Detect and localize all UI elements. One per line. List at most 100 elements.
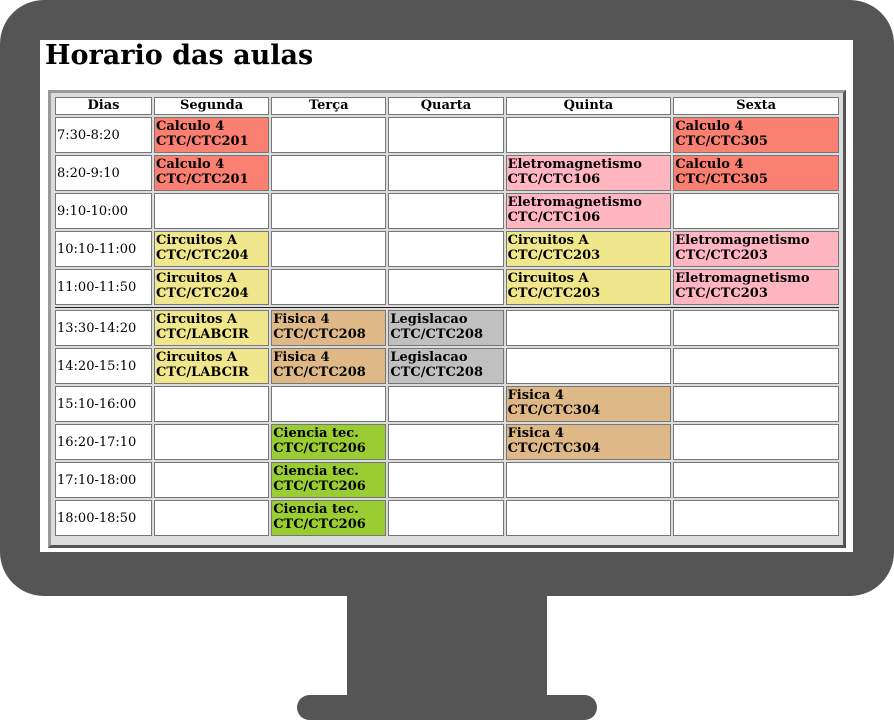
class-room: CTC/CTC106 [507,210,601,225]
column-header-quarta: Quarta [388,97,504,115]
class-cell: Fisica 4 CTC/CTC304 [505,386,672,422]
empty-cell [673,348,839,384]
table-row: 9:10-10:00 Eletromagnetismo CTC/CTC106 [55,193,839,229]
class-room: CTC/LABCIR [156,327,249,342]
screen: Horario das aulas Dias Segunda Terça Quarta… [40,40,853,552]
empty-cell [154,193,270,229]
class-cell: Eletromagnetismo CTC/CTC106 [505,193,672,229]
class-room: CTC/CTC304 [507,441,601,456]
schedule-table: Dias Segunda Terça Quarta Quinta Sexta 7:30-8… [53,95,841,538]
class-room: CTC/CTC206 [273,441,366,456]
time-slot-label: 15:10-16:00 [55,386,152,422]
empty-cell [271,193,387,229]
class-room: CTC/CTC203 [675,286,768,301]
class-name: Circuitos A [156,312,238,327]
class-room: CTC/CTC204 [156,248,249,263]
empty-cell [271,386,387,422]
lunch-break-divider [55,307,839,308]
class-cell: Fisica 4 CTC/CTC304 [505,424,672,460]
time-slot-label: 7:30-8:20 [55,117,152,153]
empty-cell [154,500,270,536]
class-room: CTC/CTC206 [273,517,366,532]
class-cell: Ciencia tec. CTC/CTC206 [271,500,387,536]
table-row: 16:20-17:10 Ciencia tec. CTC/CTC206 Fisica … [55,424,839,460]
time-slot-label: 8:20-9:10 [55,155,152,191]
class-name: Eletromagnetismo [675,233,810,248]
time-slot-label: 10:10-11:00 [55,231,152,267]
table-row: 8:20-9:10 Calculo 4 CTC/CTC201 Eletromagnet… [55,155,839,191]
class-cell: Circuitos A CTC/LABCIR [154,310,270,346]
class-room: CTC/CTC203 [675,248,768,263]
class-cell: Ciencia tec. CTC/CTC206 [271,424,387,460]
class-room: CTC/CTC305 [675,172,768,187]
class-room: CTC/CTC208 [390,365,483,380]
empty-cell [388,424,504,460]
empty-cell [154,462,270,498]
empty-cell [673,424,839,460]
column-header-sexta: Sexta [673,97,839,115]
column-header-segunda: Segunda [154,97,270,115]
empty-cell [673,193,839,229]
class-cell: Circuitos A CTC/CTC203 [505,231,672,267]
empty-cell [505,310,672,346]
time-slot-label: 13:30-14:20 [55,310,152,346]
class-cell: Legislacao CTC/CTC208 [388,310,504,346]
class-cell: Eletromagnetismo CTC/CTC106 [505,155,672,191]
empty-cell [388,231,504,267]
class-name: Calculo 4 [675,157,744,172]
monitor-stand-neck [347,594,547,700]
empty-cell [388,193,504,229]
class-cell: Eletromagnetismo CTC/CTC203 [673,231,839,267]
table-row: 18:00-18:50 Ciencia tec. CTC/CTC206 [55,500,839,536]
table-row: 13:30-14:20 Circuitos A CTC/LABCIR Fisica 4… [55,310,839,346]
empty-cell [505,348,672,384]
table-row: 15:10-16:00 Fisica 4 CTC/CTC304 [55,386,839,422]
schedule-body: 7:30-8:20 Calculo 4 CTC/CTC201 Calculo 4 CTC… [55,117,839,536]
empty-cell [388,386,504,422]
column-header-quinta: Quinta [505,97,672,115]
class-name: Circuitos A [156,350,238,365]
class-cell: Calculo 4 CTC/CTC305 [673,155,839,191]
class-cell: Eletromagnetismo CTC/CTC203 [673,269,839,305]
header-row: Dias Segunda Terça Quarta Quinta Sexta [55,97,839,115]
class-room: CTC/CTC201 [156,172,249,187]
class-room: CTC/CTC106 [507,172,601,187]
class-room: CTC/CTC305 [675,134,768,149]
empty-cell [673,310,839,346]
class-cell: Fisica 4 CTC/CTC208 [271,310,387,346]
class-name: Calculo 4 [156,119,225,134]
class-room: CTC/CTC201 [156,134,249,149]
empty-cell [154,424,270,460]
class-room: CTC/CTC208 [273,365,366,380]
table-row: 17:10-18:00 Ciencia tec. CTC/CTC206 [55,462,839,498]
class-room: CTC/CTC203 [507,286,601,301]
empty-cell [505,117,672,153]
empty-cell [271,269,387,305]
time-slot-label: 16:20-17:10 [55,424,152,460]
empty-cell [271,155,387,191]
time-slot-label: 17:10-18:00 [55,462,152,498]
class-name: Circuitos A [507,271,589,286]
class-room: CTC/CTC208 [390,327,483,342]
class-name: Ciencia tec. [273,464,359,479]
empty-cell [673,386,839,422]
monitor-frame: Horario das aulas Dias Segunda Terça Quarta… [0,0,894,596]
class-room: CTC/CTC206 [273,479,366,494]
time-slot-label: 18:00-18:50 [55,500,152,536]
time-slot-label: 9:10-10:00 [55,193,152,229]
class-name: Legislacao [390,350,468,365]
class-cell: Ciencia tec. CTC/CTC206 [271,462,387,498]
empty-cell [271,231,387,267]
class-room: CTC/CTC203 [507,248,601,263]
class-cell: Legislacao CTC/CTC208 [388,348,504,384]
class-name: Calculo 4 [156,157,225,172]
class-room: CTC/CTC208 [273,327,366,342]
empty-cell [388,500,504,536]
monitor-stand-base [297,695,597,720]
class-name: Fisica 4 [507,426,564,441]
empty-cell [388,269,504,305]
class-name: Circuitos A [507,233,589,248]
class-cell: Circuitos A CTC/CTC204 [154,231,270,267]
class-name: Legislacao [390,312,468,327]
class-room: CTC/CTC204 [156,286,249,301]
